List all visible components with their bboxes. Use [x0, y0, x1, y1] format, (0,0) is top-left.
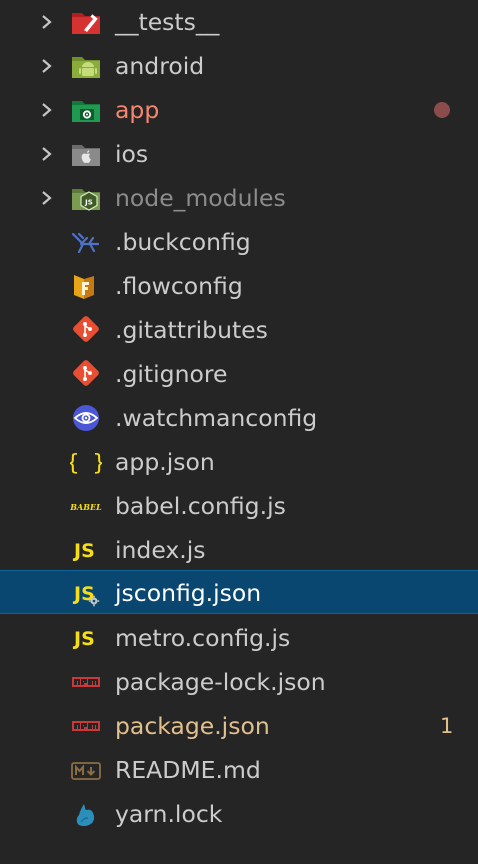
npm-icon	[72, 677, 100, 687]
chevron-right-icon[interactable]	[41, 146, 53, 162]
tree-item-label: jsconfig.json	[115, 579, 262, 607]
git-icon	[73, 316, 99, 342]
tree-item-buckconfig-file[interactable]: .buckconfig	[0, 220, 478, 264]
json-braces-icon: { }	[70, 451, 102, 476]
tree-item-jsconfig-json-file[interactable]: JS jsconfig.json	[0, 570, 478, 614]
modified-dot-indicator	[434, 102, 450, 118]
tree-item-label: babel.config.js	[115, 492, 286, 520]
tree-item-flowconfig-file[interactable]: .flowconfig	[0, 264, 478, 308]
file-explorer-tree: __tests__ android app ios JS node_module…	[0, 0, 478, 864]
tree-item-label: .watchmanconfig	[115, 404, 318, 432]
tree-item-gitattributes-file[interactable]: .gitattributes	[0, 308, 478, 352]
buck-icon	[71, 232, 100, 254]
svg-text:BABEL: BABEL	[70, 502, 102, 512]
tree-item-index-js-file[interactable]: JS index.js	[0, 528, 478, 572]
tree-item-watchmanconfig-file[interactable]: .watchmanconfig	[0, 396, 478, 440]
tree-item-app-json-file[interactable]: { } app.json	[0, 440, 478, 484]
tree-item-label: metro.config.js	[115, 624, 291, 652]
svg-text:JS: JS	[84, 199, 93, 207]
tree-item-label: index.js	[115, 536, 206, 564]
tree-item-app-folder[interactable]: app	[0, 88, 478, 132]
tree-item-metro-config-file[interactable]: JS metro.config.js	[0, 616, 478, 660]
jsconfig-icon: JS	[72, 583, 100, 607]
tree-item-ios-folder[interactable]: ios	[0, 132, 478, 176]
tree-item-package-json-file[interactable]: package.json 1	[0, 704, 478, 748]
android-folder-icon	[72, 57, 100, 78]
svg-text:JS: JS	[72, 628, 95, 650]
chevron-right-icon[interactable]	[41, 58, 53, 74]
chevron-right-icon[interactable]	[41, 14, 53, 30]
babel-icon: BABEL	[70, 502, 102, 512]
tree-item-label: package.json	[115, 712, 270, 740]
tree-item-label: yarn.lock	[115, 800, 223, 828]
flow-icon	[74, 275, 94, 299]
git-icon	[73, 360, 99, 386]
tree-item-label: app.json	[115, 448, 215, 476]
yarn-icon	[76, 804, 95, 827]
chevron-right-icon[interactable]	[41, 102, 53, 118]
chevron-right-icon[interactable]	[41, 190, 53, 206]
tree-item-package-lock-file[interactable]: package-lock.json	[0, 660, 478, 704]
tree-item-label: ios	[115, 140, 149, 168]
js-icon: JS	[72, 628, 95, 650]
tree-item-label: .gitattributes	[115, 316, 268, 344]
app-folder-icon	[72, 101, 100, 122]
tree-item-readme-file[interactable]: README.md	[0, 748, 478, 792]
tree-item-node-modules-folder[interactable]: JS node_modules	[0, 176, 478, 220]
tree-item-tests-folder[interactable]: __tests__	[0, 0, 478, 44]
svg-text:JS: JS	[72, 540, 95, 562]
tree-item-android-folder[interactable]: android	[0, 44, 478, 88]
tree-item-label: .gitignore	[115, 360, 228, 388]
svg-text:{ }: { }	[70, 451, 102, 476]
tree-item-label: package-lock.json	[115, 668, 326, 696]
test-folder-icon	[72, 13, 100, 34]
tree-item-gitignore-file[interactable]: .gitignore	[0, 352, 478, 396]
tree-item-label: .buckconfig	[115, 228, 251, 256]
tree-item-babel-config-file[interactable]: BABEL babel.config.js	[0, 484, 478, 528]
markdown-icon	[71, 762, 101, 780]
tree-item-label: app	[115, 96, 160, 124]
tree-item-label: .flowconfig	[115, 272, 243, 300]
tree-item-yarn-lock-file[interactable]: yarn.lock	[0, 792, 478, 836]
tree-item-label: README.md	[115, 756, 261, 784]
watchman-icon	[73, 405, 99, 431]
tree-item-label: android	[115, 52, 205, 80]
npm-icon	[72, 721, 100, 731]
node-folder-icon: JS	[72, 189, 100, 211]
problem-count-badge: 1	[440, 714, 454, 738]
tree-item-label: __tests__	[115, 8, 220, 36]
tree-item-label: node_modules	[115, 184, 286, 212]
js-icon: JS	[72, 540, 95, 562]
apple-folder-icon	[72, 145, 100, 166]
